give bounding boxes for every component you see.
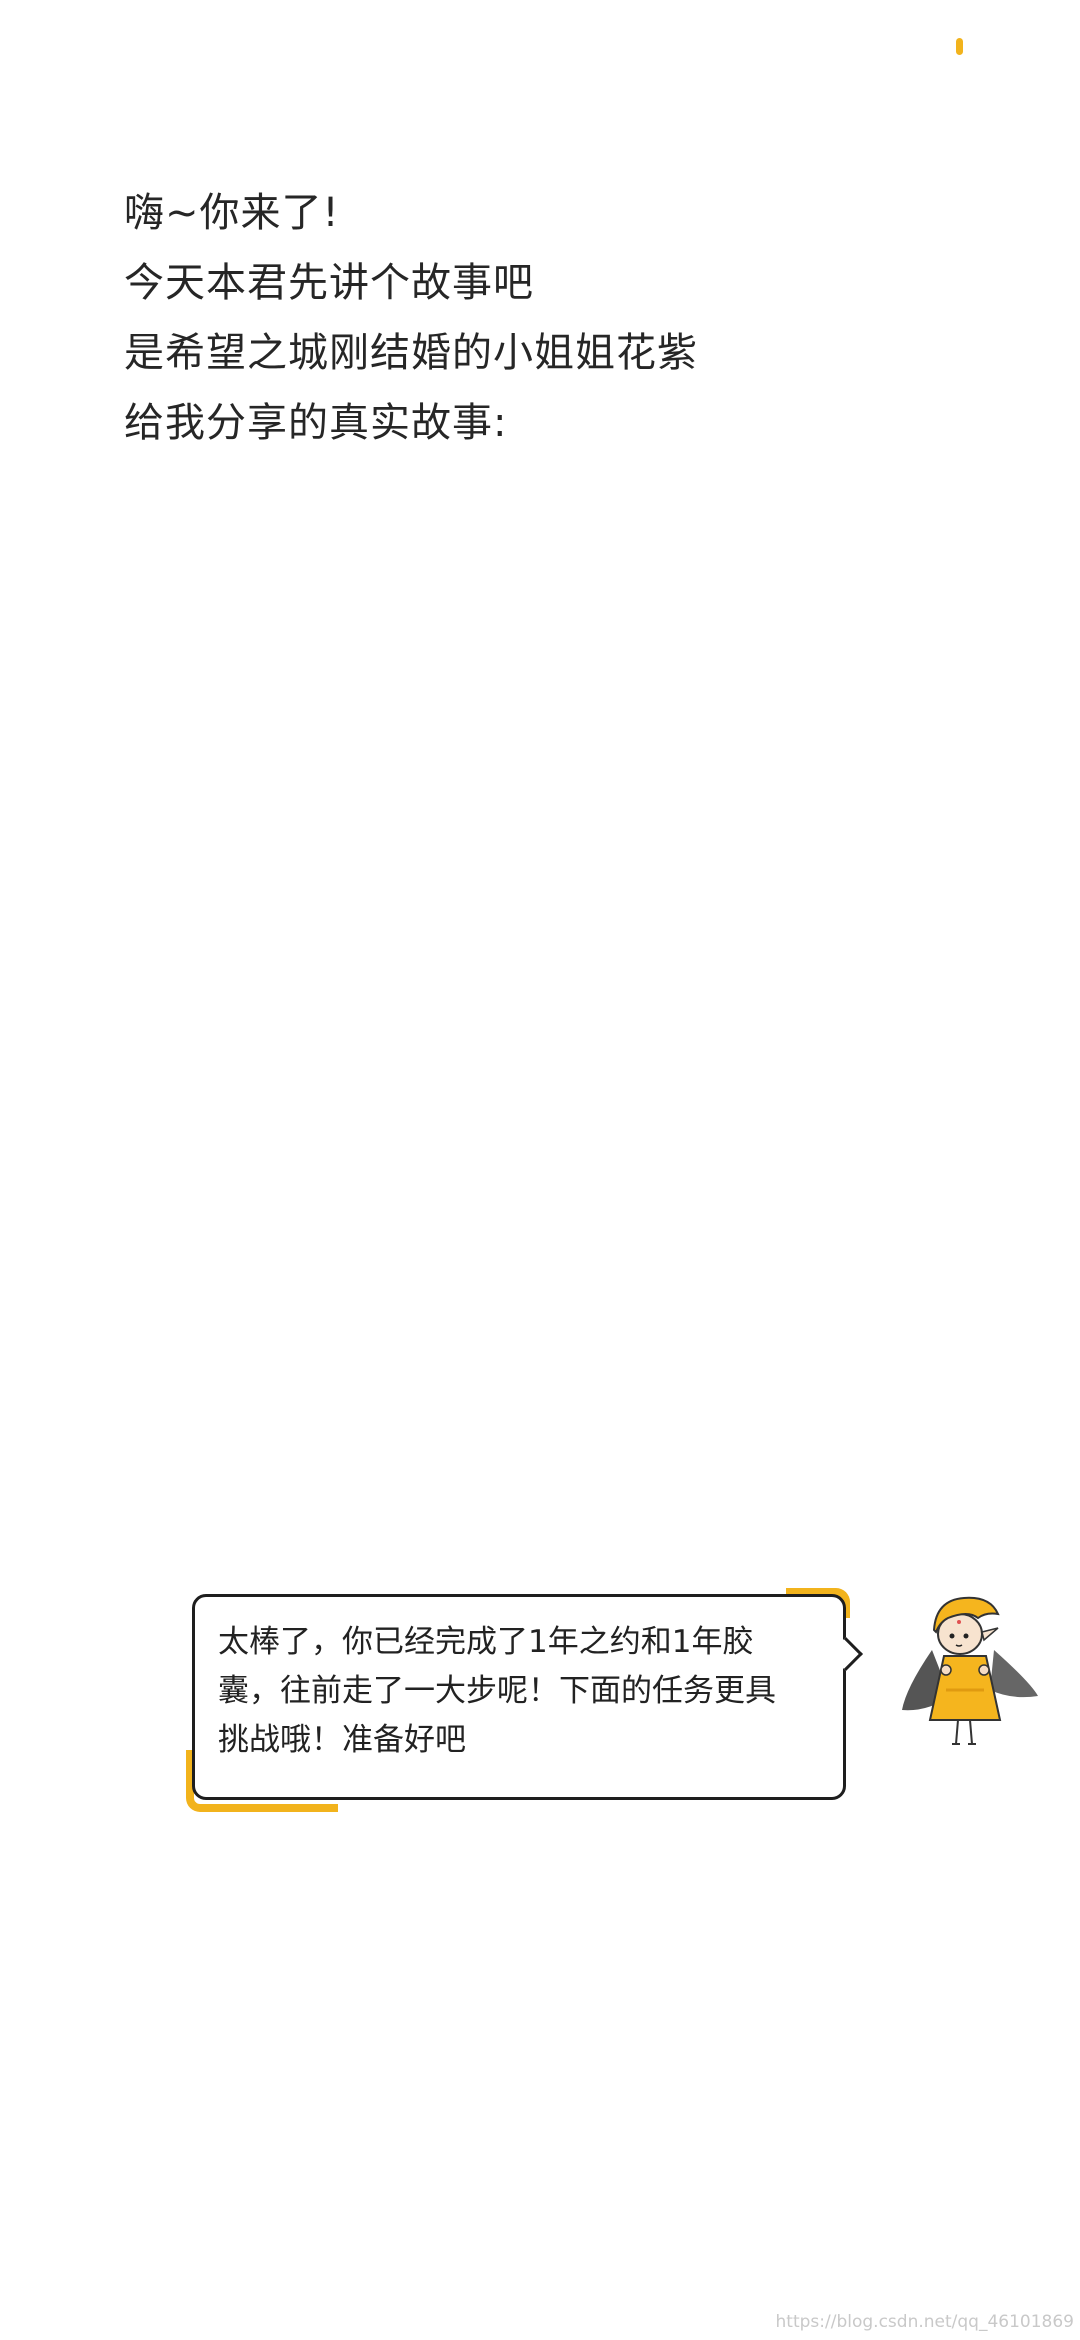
speech-line-1: 太棒了，你已经完成了1年之约和1年胶 (218, 1624, 754, 1660)
top-indicator (956, 38, 963, 55)
intro-line-greeting: 嗨~你来了! (124, 190, 340, 236)
intro-line-story-source: 是希望之城刚结婚的小姐姐花紫 (124, 330, 698, 376)
speech-dialog: 太棒了，你已经完成了1年之约和1年胶 囊，往前走了一大步呢！下面的任务更具 挑战… (186, 1588, 863, 1812)
watermark-text: https://blog.csdn.net/qq_46101869 (775, 2312, 1074, 2332)
intro-line-story-lead: 今天本君先讲个故事吧 (124, 260, 534, 306)
cartoon-girl-yellow-hood-icon (902, 1592, 1042, 1752)
intro-line-story-shared: 给我分享的真实故事: (124, 400, 508, 446)
speech-bubble-text: 太棒了，你已经完成了1年之约和1年胶 囊，往前走了一大步呢！下面的任务更具 挑战… (218, 1618, 818, 1765)
speech-line-2: 囊，往前走了一大步呢！下面的任务更具 (218, 1673, 776, 1709)
intro-text-block: 嗨~你来了! 今天本君先讲个故事吧 是希望之城刚结婚的小姐姐花紫 给我分享的真实… (124, 178, 944, 458)
speech-line-3: 挑战哦！准备好吧 (218, 1722, 466, 1758)
